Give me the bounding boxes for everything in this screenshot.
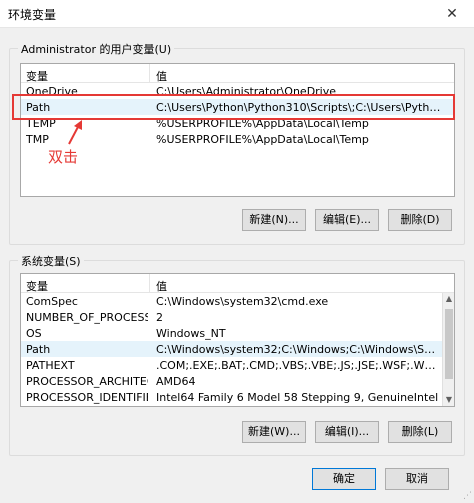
annotation-arrow-icon xyxy=(68,120,82,145)
user-delete-button[interactable]: 删除(D) xyxy=(388,209,452,231)
var-name: PATHEXT xyxy=(26,359,75,372)
column-header-value[interactable]: 值 xyxy=(156,68,167,84)
system-edit-button[interactable]: 编辑(I)... xyxy=(315,421,379,443)
ok-button[interactable]: 确定 xyxy=(312,468,376,490)
table-row-hover[interactable]: Path C:\Windows\system32;C:\Windows;C:\W… xyxy=(21,341,454,357)
var-value: 2 xyxy=(156,311,163,324)
cancel-button[interactable]: 取消 xyxy=(385,468,449,490)
scroll-up-icon[interactable]: ▲ xyxy=(443,293,454,305)
user-edit-button[interactable]: 编辑(E)... xyxy=(315,209,379,231)
table-row[interactable]: NUMBER_OF_PROCESSORS 2 xyxy=(21,309,454,325)
table-row[interactable]: ComSpec C:\Windows\system32\cmd.exe xyxy=(21,293,454,309)
var-name: TMP xyxy=(26,133,49,146)
vertical-scrollbar[interactable]: ▲ ▼ xyxy=(442,293,454,406)
var-name: PROCESSOR_ARCHITECT... xyxy=(26,375,148,388)
window-title: 环境变量 xyxy=(8,8,57,22)
table-row[interactable]: PATHEXT .COM;.EXE;.BAT;.CMD;.VBS;.VBE;.J… xyxy=(21,357,454,373)
title-bar: 环境变量 ✕ xyxy=(0,0,474,28)
system-variables-group: 系统变量(S) 变量 值 ComSpec C:\Windows\system32… xyxy=(9,253,465,456)
table-row[interactable]: OS Windows_NT xyxy=(21,325,454,341)
var-name: Path xyxy=(26,343,51,356)
var-name: NUMBER_OF_PROCESSORS xyxy=(26,311,148,324)
column-separator xyxy=(149,274,150,293)
column-header-value[interactable]: 值 xyxy=(156,278,167,294)
var-name: OS xyxy=(26,327,42,340)
table-row[interactable]: PROCESSOR_ARCHITECT... AMD64 xyxy=(21,373,454,389)
var-value: %USERPROFILE%\AppData\Local\Temp xyxy=(156,133,369,146)
var-name: PROCESSOR_IDENTIFIER xyxy=(26,391,148,404)
system-delete-button[interactable]: 删除(L) xyxy=(388,421,452,443)
column-header-name[interactable]: 变量 xyxy=(26,68,48,84)
close-icon[interactable]: ✕ xyxy=(430,0,474,28)
system-variables-label: 系统变量(S) xyxy=(18,253,84,269)
list-header: 变量 值 xyxy=(21,274,454,293)
var-value: AMD64 xyxy=(156,375,196,388)
var-value: .COM;.EXE;.BAT;.CMD;.VBS;.VBE;.JS;.JSE;.… xyxy=(156,359,441,372)
column-header-name[interactable]: 变量 xyxy=(26,278,48,294)
user-new-button[interactable]: 新建(N)... xyxy=(242,209,306,231)
var-name: ComSpec xyxy=(26,295,78,308)
var-value: Windows_NT xyxy=(156,327,226,340)
system-variables-list[interactable]: 变量 值 ComSpec C:\Windows\system32\cmd.exe… xyxy=(20,273,455,407)
resize-grip-icon[interactable]: ⋰ xyxy=(463,491,472,501)
list-header: 变量 值 xyxy=(21,64,454,83)
scrollbar-thumb[interactable] xyxy=(445,309,453,379)
var-value: C:\Windows\system32\cmd.exe xyxy=(156,295,329,308)
user-variables-label: Administrator 的用户变量(U) xyxy=(18,41,175,57)
annotation-text: 双击 xyxy=(48,148,79,166)
table-row[interactable]: PROCESSOR_IDENTIFIER Intel64 Family 6 Mo… xyxy=(21,389,454,405)
path-highlight-box xyxy=(12,94,455,120)
system-new-button[interactable]: 新建(W)... xyxy=(242,421,306,443)
var-value: C:\Windows\system32;C:\Windows;C:\Window… xyxy=(156,343,441,356)
column-separator xyxy=(149,64,150,83)
scroll-down-icon[interactable]: ▼ xyxy=(443,394,454,406)
var-value: Intel64 Family 6 Model 58 Stepping 9, Ge… xyxy=(156,391,439,404)
